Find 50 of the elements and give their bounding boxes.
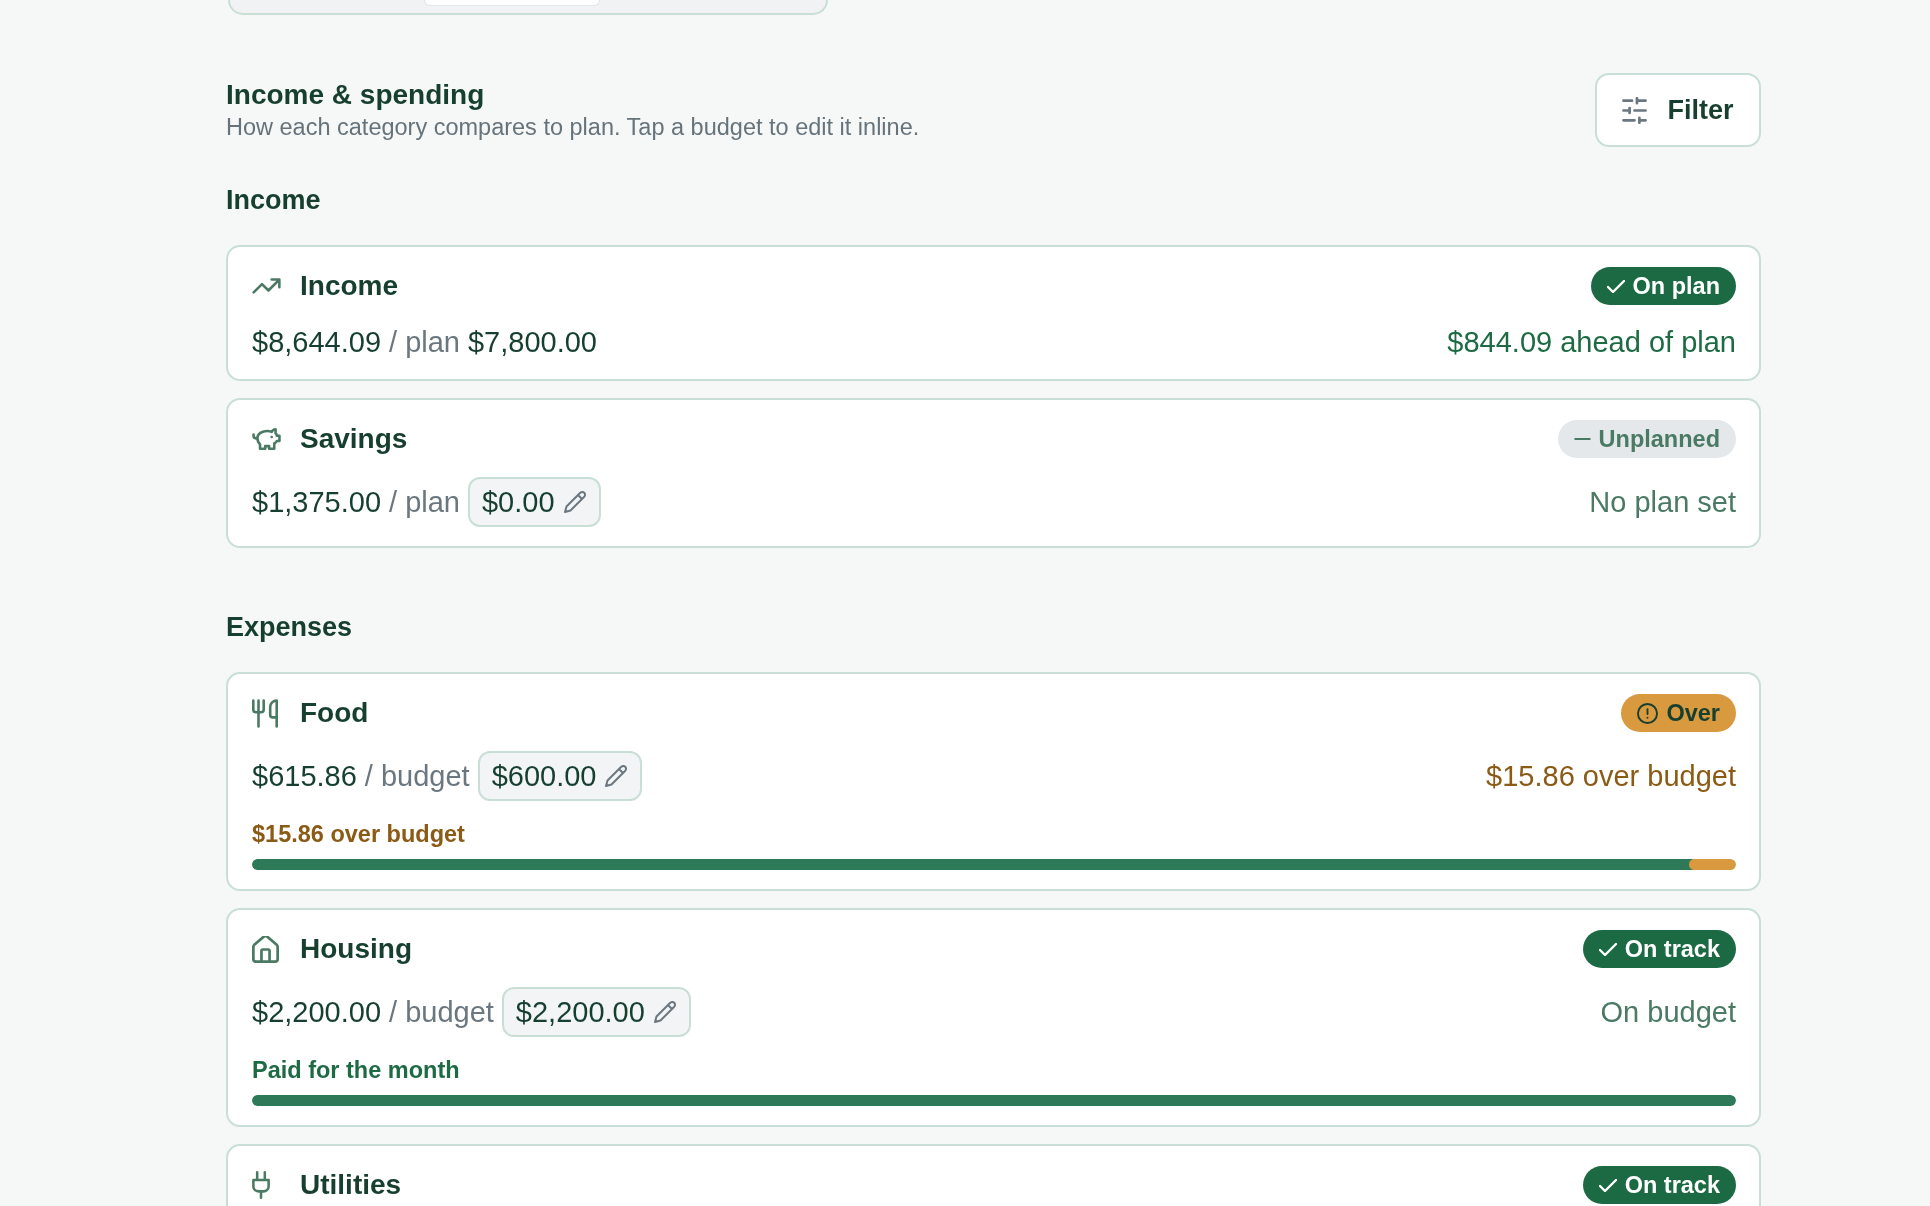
- category-title: Income: [300, 269, 399, 303]
- status-summary: $844.09 ahead of plan: [1447, 325, 1736, 359]
- budget-field[interactable]: $600.00: [477, 751, 643, 801]
- progress-note: Paid for the month: [252, 1056, 461, 1084]
- trend-up-icon: [252, 277, 281, 295]
- plan-label: / budget: [389, 995, 494, 1029]
- status-text: On track: [1624, 1171, 1720, 1199]
- actual-amount: $615.86: [252, 759, 357, 793]
- check-icon: [1606, 279, 1625, 293]
- actual-amount: $2,200.00: [252, 995, 381, 1029]
- alert-circle-icon: [1637, 702, 1659, 724]
- sliders-icon: [1622, 96, 1648, 124]
- status-text: Over: [1666, 699, 1720, 727]
- budget-field[interactable]: $0.00: [467, 477, 601, 527]
- pencil-icon[interactable]: [605, 765, 628, 787]
- check-icon: [1598, 1178, 1617, 1192]
- section-heading: Expenses: [226, 611, 354, 643]
- check-icon: [1598, 942, 1617, 956]
- budget-value: $0.00: [481, 485, 555, 519]
- progress-note: $15.86 over budget: [252, 820, 466, 848]
- piggy-bank-icon: [252, 428, 281, 450]
- plan-amount: $7,800.00: [467, 325, 597, 359]
- minus-icon: [1573, 438, 1591, 440]
- section-heading: Income: [226, 184, 322, 216]
- budget-value: $2,200.00: [515, 995, 645, 1029]
- status-summary: $15.86 over budget: [1486, 759, 1736, 793]
- fork-knife-icon: [252, 698, 278, 728]
- budget-field[interactable]: $2,200.00: [501, 987, 691, 1037]
- plan-label: / budget: [364, 759, 470, 793]
- plug-icon: [252, 1171, 270, 1199]
- status-text: On plan: [1632, 272, 1720, 300]
- pencil-icon[interactable]: [563, 491, 586, 513]
- plan-label: / plan: [389, 485, 460, 519]
- category-title: Food: [300, 696, 369, 730]
- status-text: Unplanned: [1598, 425, 1720, 453]
- actual-amount: $1,375.00: [252, 485, 381, 519]
- filter-button[interactable]: Filter: [1595, 73, 1761, 147]
- category-title: Utilities: [300, 1168, 402, 1202]
- status-text: On track: [1624, 935, 1720, 963]
- pencil-icon[interactable]: [653, 1001, 676, 1023]
- category-title: Housing: [300, 932, 412, 966]
- category-title: Savings: [300, 422, 408, 456]
- status-summary: No plan set: [1589, 485, 1736, 519]
- house-icon: [252, 935, 279, 963]
- page-subtitle: How each category compares to plan. Tap a budget to edit it inline.: [226, 112, 920, 142]
- status-summary: On budget: [1600, 995, 1736, 1029]
- page-title: Income & spending: [226, 78, 486, 110]
- actual-amount: $8,644.09: [252, 325, 381, 359]
- budget-value: $600.00: [491, 759, 597, 793]
- plan-label: / plan: [389, 325, 460, 359]
